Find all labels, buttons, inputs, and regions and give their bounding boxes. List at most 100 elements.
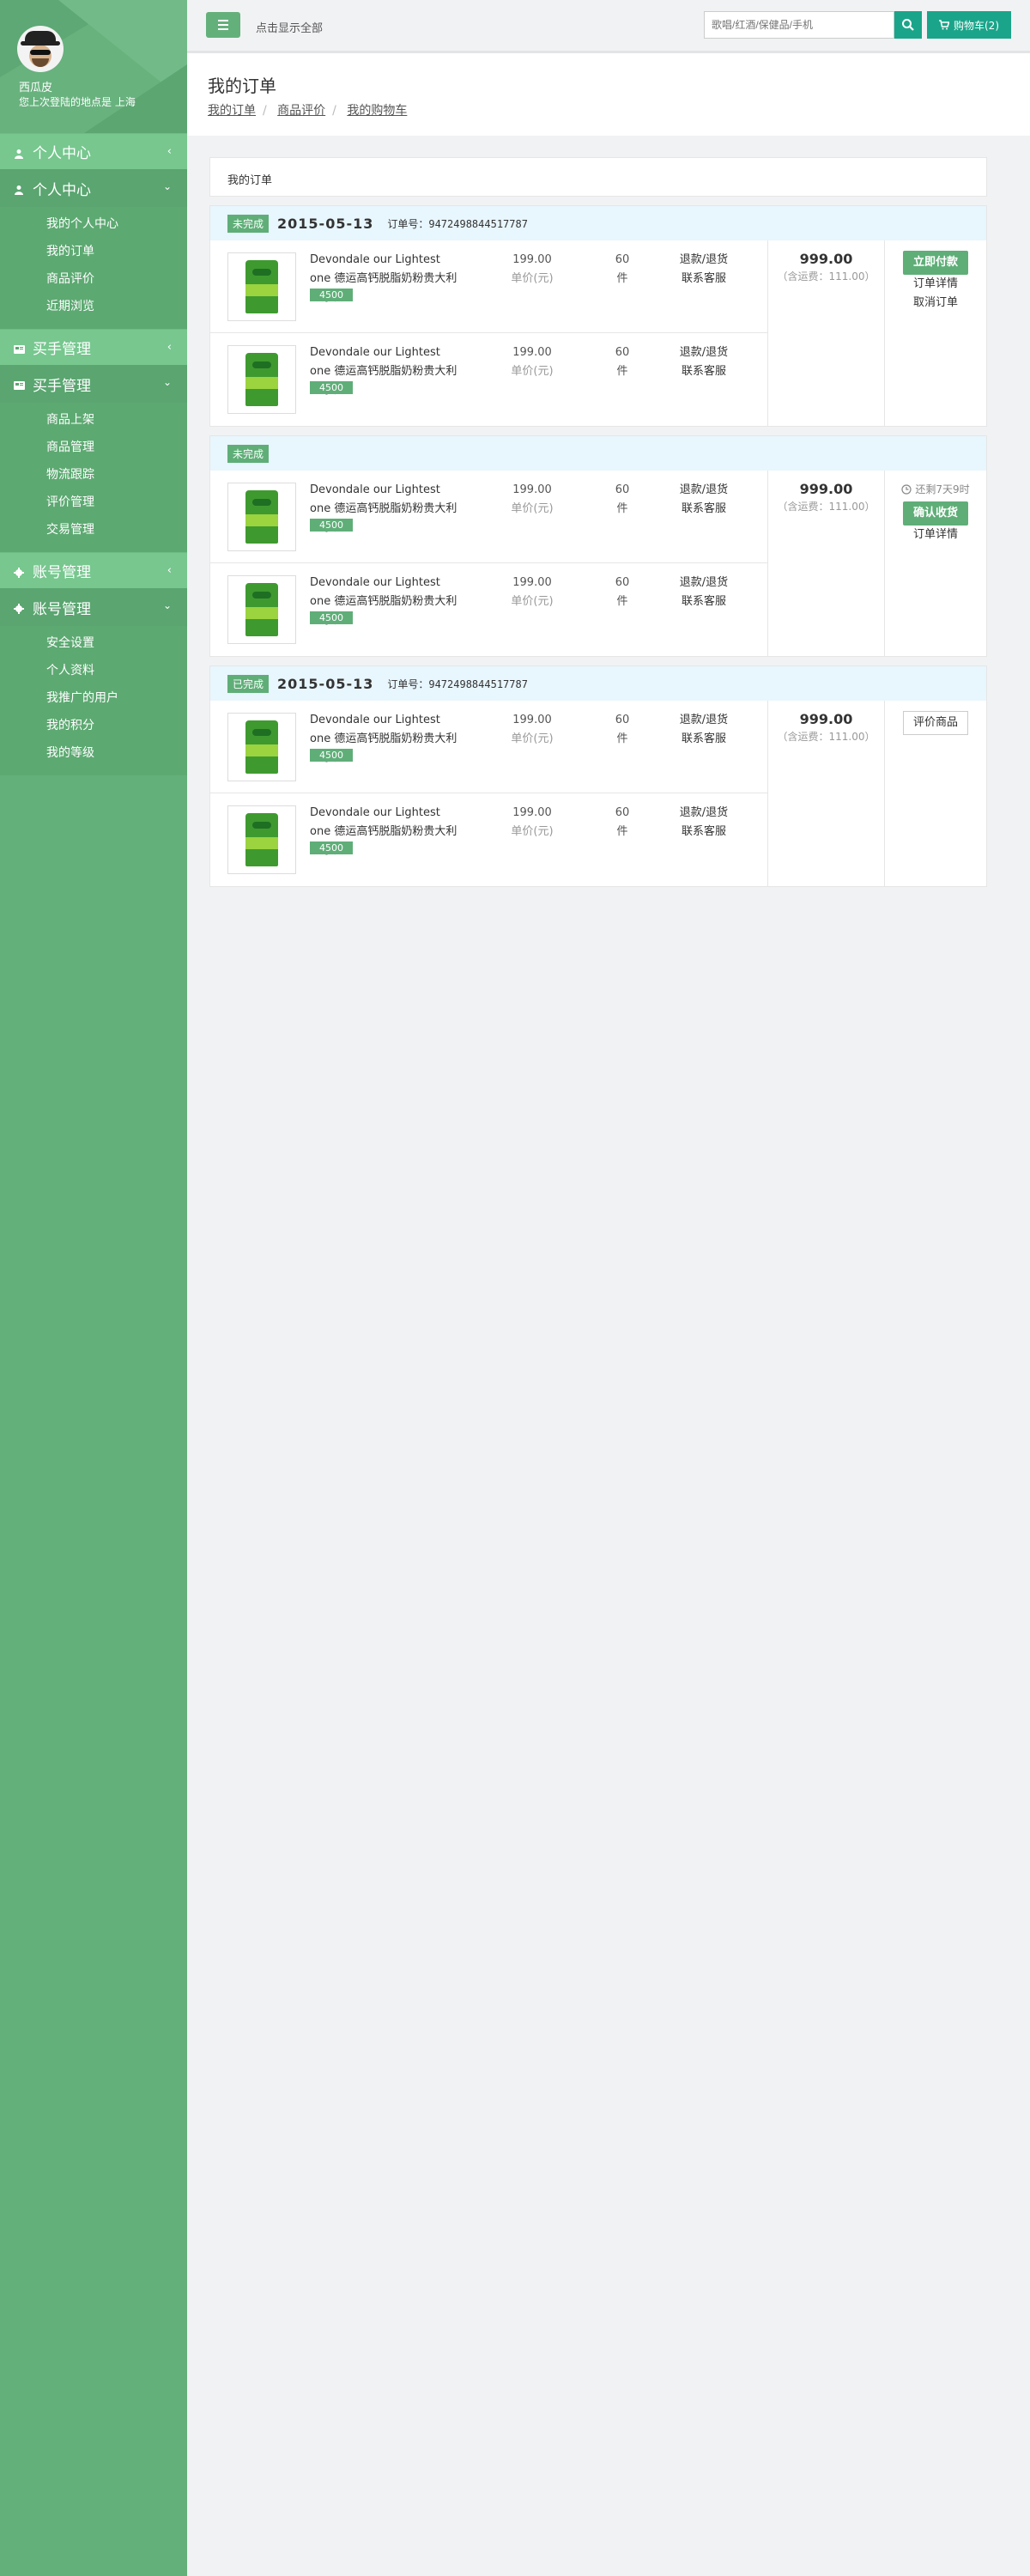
- product-image[interactable]: [227, 713, 296, 781]
- order-total: 999.00 （含运费：111.00）: [768, 471, 885, 656]
- menu-toggle-button[interactable]: [206, 12, 240, 38]
- order-header: 未完成: [210, 436, 986, 471]
- chevron-down-icon: ⌄: [162, 376, 172, 388]
- sidebar-item[interactable]: 我的等级: [0, 739, 187, 767]
- sidebar-item[interactable]: 商品管理: [0, 434, 187, 461]
- product-image[interactable]: [227, 483, 296, 551]
- refund-link[interactable]: 退款/退货: [665, 711, 742, 730]
- quantity-unit: 件: [616, 365, 628, 378]
- order-list: 未完成 2015-05-13 订单号：9472498844517787 Devonda…: [209, 205, 987, 887]
- order-actions: 立即付款 订单详情 取消订单: [885, 240, 986, 426]
- avatar[interactable]: [17, 26, 64, 72]
- refund-link[interactable]: 退款/退货: [665, 481, 742, 500]
- product-image[interactable]: [227, 575, 296, 644]
- order-body: Devondale our Lightest one 德运高钙脱脂奶粉贵大利亚原…: [210, 471, 986, 656]
- order-item-row: Devondale our Lightest one 德运高钙脱脂奶粉贵大利亚原…: [210, 471, 767, 563]
- contact-service-link[interactable]: 联系客服: [665, 730, 742, 749]
- quantity-value: 60: [615, 576, 630, 589]
- order-action-link[interactable]: 订单详情: [885, 526, 986, 544]
- quantity-unit: 件: [616, 272, 628, 285]
- refund-link[interactable]: 退款/退货: [665, 804, 742, 823]
- search-button[interactable]: [894, 11, 922, 39]
- order-action-link[interactable]: 取消订单: [885, 294, 986, 313]
- price-label: 单价(元): [511, 825, 554, 838]
- sidebar-item[interactable]: 我的个人中心: [0, 210, 187, 238]
- status-badge: 已完成: [227, 674, 270, 693]
- sidebar-item[interactable]: 商品评价: [0, 265, 187, 293]
- contact-service-link[interactable]: 联系客服: [665, 592, 742, 611]
- order-items: Devondale our Lightest one 德运高钙脱脂奶粉贵大利亚原…: [210, 701, 768, 886]
- refund-link[interactable]: 退款/退货: [665, 574, 742, 592]
- order-item-row: Devondale our Lightest one 德运高钙脱脂奶粉贵大利亚原…: [210, 563, 767, 656]
- order-header: 未完成 2015-05-13 订单号：9472498844517787: [210, 206, 986, 240]
- sidebar-item[interactable]: 商品上架: [0, 406, 187, 434]
- sidebar-item[interactable]: 我的积分: [0, 712, 187, 739]
- profile-name: 西瓜皮: [19, 82, 53, 94]
- order-body: Devondale our Lightest one 德运高钙脱脂奶粉贵大利亚原…: [210, 701, 986, 886]
- product-tag: 4500: [310, 749, 353, 762]
- contact-service-link[interactable]: 联系客服: [665, 500, 742, 519]
- price-label: 单价(元): [511, 272, 554, 285]
- price-label: 单价(元): [511, 365, 554, 378]
- service-links: 退款/退货 联系客服: [665, 251, 742, 289]
- order-card: 未完成 Devondale our Lightest one 德运高钙脱脂奶粉贵大…: [209, 435, 987, 657]
- chevron-left-icon: ‹: [167, 564, 172, 577]
- last-login-location: 您上次登陆的地点是 上海: [19, 96, 136, 108]
- search-icon: [902, 19, 914, 31]
- order-date: 2015-05-13: [277, 675, 374, 692]
- refund-link[interactable]: 退款/退货: [665, 251, 742, 270]
- price-label: 单价(元): [511, 502, 554, 515]
- breadcrumb-my-orders[interactable]: 我的订单: [208, 104, 256, 118]
- menu-header-label: 账号管理: [33, 564, 91, 581]
- order-action-link[interactable]: 订单详情: [885, 275, 986, 294]
- top-bar: 点击显示全部 购物车(2): [187, 0, 1030, 53]
- sidebar-item[interactable]: 我的订单: [0, 238, 187, 265]
- sidebar-item[interactable]: 安全设置: [0, 629, 187, 657]
- sidebar-item[interactable]: 近期浏览: [0, 293, 187, 320]
- contact-service-link[interactable]: 联系客服: [665, 823, 742, 841]
- refund-link[interactable]: 退款/退货: [665, 343, 742, 362]
- gear-icon: [14, 565, 26, 578]
- search-input[interactable]: [704, 11, 894, 39]
- unit-price: 199.00 单价(元): [494, 804, 571, 841]
- main-content: 我的订单 未完成 2015-05-13 订单号：9472498844517787 De…: [209, 157, 987, 896]
- product-image[interactable]: [227, 252, 296, 321]
- sidebar-item[interactable]: 交易管理: [0, 516, 187, 544]
- menu-items-buyer: 商品上架 商品管理 物流跟踪 评价管理 交易管理: [0, 403, 187, 552]
- sidebar-item[interactable]: 个人资料: [0, 657, 187, 684]
- breadcrumb-reviews[interactable]: 商品评价: [277, 104, 325, 118]
- profile-panel: 西瓜皮 您上次登陆的地点是 上海: [0, 0, 187, 133]
- sidebar-item[interactable]: 物流跟踪: [0, 461, 187, 489]
- quantity-value: 60: [615, 714, 630, 726]
- breadcrumb-cart[interactable]: 我的购物车: [347, 104, 407, 118]
- user-icon: [14, 146, 26, 159]
- menu-header-buyer[interactable]: 买手管理 ‹: [0, 329, 187, 365]
- order-total: 999.00 （含运费：111.00）: [768, 240, 885, 426]
- menu-group-personal[interactable]: 个人中心 ⌄: [0, 169, 187, 207]
- cart-button[interactable]: 购物车(2): [927, 11, 1011, 39]
- service-links: 退款/退货 联系客服: [665, 481, 742, 519]
- total-amount: 999.00: [799, 251, 853, 267]
- sidebar-item[interactable]: 我推广的用户: [0, 684, 187, 712]
- menu-group-account[interactable]: 账号管理 ⌄: [0, 588, 187, 626]
- price-label: 单价(元): [511, 595, 554, 608]
- menu-group-buyer[interactable]: 买手管理 ⌄: [0, 365, 187, 403]
- sidebar-item[interactable]: 评价管理: [0, 489, 187, 516]
- product-image[interactable]: [227, 805, 296, 874]
- order-actions: 还剩7天9时 确认收货 订单详情: [885, 471, 986, 656]
- contact-service-link[interactable]: 联系客服: [665, 270, 742, 289]
- price-value: 199.00: [512, 806, 552, 819]
- menu-group-label: 账号管理: [33, 600, 91, 618]
- menu-header-personal[interactable]: 个人中心 ‹: [0, 133, 187, 169]
- order-items: Devondale our Lightest one 德运高钙脱脂奶粉贵大利亚原…: [210, 240, 768, 426]
- primary-action-button[interactable]: 确认收货: [903, 501, 968, 526]
- primary-action-button[interactable]: 立即付款: [903, 251, 968, 275]
- quantity-unit: 件: [616, 732, 628, 745]
- product-image[interactable]: [227, 345, 296, 414]
- review-product-button[interactable]: 评价商品: [903, 711, 968, 735]
- order-total: 999.00 （含运费：111.00）: [768, 701, 885, 886]
- section-title: 我的订单: [209, 157, 987, 197]
- order-header: 已完成 2015-05-13 订单号：9472498844517787: [210, 666, 986, 701]
- menu-header-account[interactable]: 账号管理 ‹: [0, 552, 187, 588]
- contact-service-link[interactable]: 联系客服: [665, 362, 742, 381]
